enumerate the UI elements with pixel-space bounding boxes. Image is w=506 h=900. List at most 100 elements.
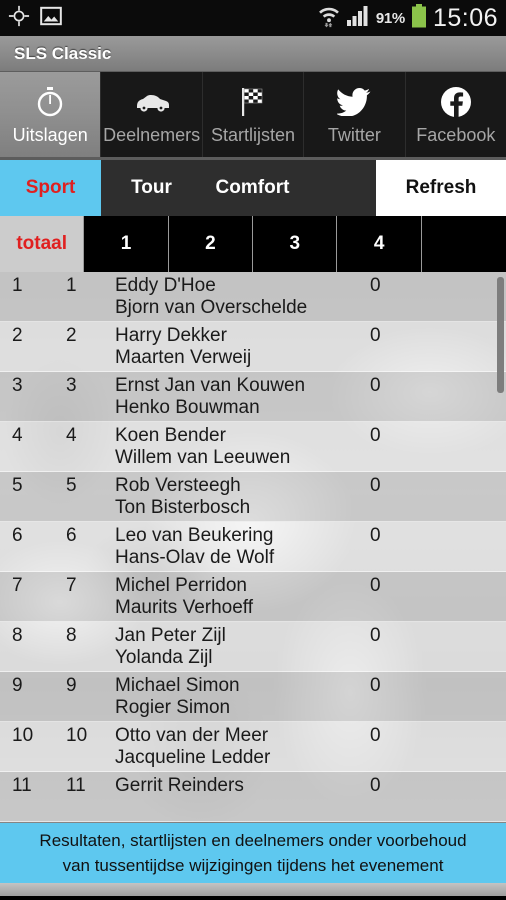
row-number: 3 [66, 375, 77, 396]
stage-3[interactable]: 3 [253, 216, 338, 272]
row-driver: Ernst Jan van Kouwen [115, 375, 306, 396]
row-driver: Harry Dekker [115, 325, 227, 346]
row-number: 11 [66, 775, 86, 796]
row-score: 0 [370, 325, 381, 346]
row-driver: Eddy D'Hoe [115, 275, 216, 296]
table-row[interactable]: 11 11 Gerrit Reinders 0 [0, 772, 506, 822]
wifi-icon [318, 4, 340, 33]
facebook-icon [440, 85, 472, 119]
gps-crosshair-icon [8, 5, 30, 32]
page-title: SLS Classic [14, 43, 112, 63]
car-icon [134, 85, 170, 119]
row-score: 0 [370, 675, 381, 696]
table-row[interactable]: 6 6 Leo van Beukering Hans-Olav de Wolf … [0, 522, 506, 572]
row-number: 2 [66, 325, 77, 346]
row-codriver: Rogier Simon [115, 697, 231, 718]
table-row[interactable]: 10 10 Otto van der Meer Jacqueline Ledde… [0, 722, 506, 772]
screenshot-image-icon [40, 6, 62, 31]
row-codriver: Ton Bisterbosch [115, 497, 251, 518]
table-row[interactable]: 1 1 Eddy D'Hoe Bjorn van Overschelde 0 [0, 272, 506, 322]
twitter-bird-icon [337, 85, 371, 119]
row-score: 0 [370, 475, 381, 496]
row-codriver: Maurits Verhoeff [115, 597, 254, 618]
row-codriver: Hans-Olav de Wolf [115, 547, 275, 568]
row-score: 0 [370, 275, 381, 296]
battery-percent-label: 91% [375, 9, 405, 27]
row-score: 0 [370, 775, 381, 796]
table-row[interactable]: 7 7 Michel Perridon Maurits Verhoeff 0 [0, 572, 506, 622]
stage-4[interactable]: 4 [337, 216, 422, 272]
app-title-bar: SLS Classic [0, 36, 506, 72]
row-driver: Rob Versteegh [115, 475, 241, 496]
table-row[interactable]: 2 2 Harry Dekker Maarten Verweij 0 [0, 322, 506, 372]
category-tour[interactable]: Tour [101, 160, 202, 216]
row-position: 7 [12, 575, 23, 596]
tab-uitslagen-label: Uitslagen [12, 125, 88, 145]
tab-facebook[interactable]: Facebook [405, 72, 506, 157]
row-score: 0 [370, 575, 381, 596]
stage-2[interactable]: 2 [168, 216, 254, 272]
tab-startlijsten[interactable]: Startlijsten [202, 72, 305, 157]
refresh-button[interactable]: Refresh [376, 160, 506, 216]
status-bar-right-icons: 91% 15:06 [318, 3, 498, 33]
stage-1[interactable]: 1 [84, 216, 169, 272]
row-position: 6 [12, 525, 23, 546]
row-driver: Koen Bender [115, 425, 226, 446]
results-rows-container: 1 1 Eddy D'Hoe Bjorn van Overschelde 0 2… [0, 272, 506, 822]
row-position: 11 [12, 775, 32, 796]
tab-deelnemers[interactable]: Deelnemers [101, 72, 203, 157]
row-driver: Otto van der Meer [115, 725, 269, 746]
vertical-scrollbar[interactable] [497, 277, 504, 393]
category-sport[interactable]: Sport [0, 160, 101, 216]
row-number: 9 [66, 675, 77, 696]
status-bar-left-icons [8, 5, 62, 32]
row-position: 3 [12, 375, 23, 396]
row-driver: Michael Simon [115, 675, 240, 696]
stage-totaal[interactable]: totaal [0, 216, 85, 272]
signal-bars-icon [346, 5, 370, 32]
row-score: 0 [370, 625, 381, 646]
row-number: 4 [66, 425, 77, 446]
disclaimer-line-2: van tussentijdse wijzigingen tijdens het… [62, 856, 444, 875]
disclaimer-banner: Resultaten, startlijsten en deelnemers o… [0, 823, 506, 883]
row-codriver: Willem van Leeuwen [115, 447, 291, 468]
category-bar-spacer [303, 160, 376, 216]
stage-next-partial[interactable] [421, 216, 506, 272]
row-position: 10 [12, 725, 34, 746]
table-row[interactable]: 4 4 Koen Bender Willem van Leeuwen 0 [0, 422, 506, 472]
main-tab-bar: Uitslagen Deelnemers Startlijsten Twitte… [0, 72, 506, 160]
row-score: 0 [370, 525, 381, 546]
table-row[interactable]: 3 3 Ernst Jan van Kouwen Henko Bouwman 0 [0, 372, 506, 422]
row-number: 8 [66, 625, 77, 646]
row-driver: Leo van Beukering [115, 525, 274, 546]
tab-twitter[interactable]: Twitter [304, 72, 406, 157]
category-filter-bar: Sport Tour Comfort Refresh [0, 160, 506, 216]
tab-facebook-label: Facebook [416, 125, 496, 145]
table-row[interactable]: 9 9 Michael Simon Rogier Simon 0 [0, 672, 506, 722]
results-list[interactable]: 1 1 Eddy D'Hoe Bjorn van Overschelde 0 2… [0, 272, 506, 823]
row-number: 7 [66, 575, 77, 596]
row-position: 5 [12, 475, 23, 496]
status-bar: 91% 15:06 [0, 0, 506, 36]
disclaimer-line-1: Resultaten, startlijsten en deelnemers o… [39, 831, 467, 850]
table-row[interactable]: 5 5 Rob Versteegh Ton Bisterbosch 0 [0, 472, 506, 522]
row-driver: Gerrit Reinders [115, 775, 244, 796]
stage-selector-bar: totaal 1 2 3 4 [0, 216, 506, 272]
row-position: 1 [12, 275, 23, 296]
row-number: 10 [66, 725, 88, 746]
category-comfort[interactable]: Comfort [202, 160, 303, 216]
row-score: 0 [370, 725, 381, 746]
stopwatch-icon [34, 85, 66, 119]
row-codriver: Bjorn van Overschelde [115, 297, 308, 318]
bottom-edge-bar [0, 883, 506, 896]
row-number: 5 [66, 475, 77, 496]
tab-twitter-label: Twitter [327, 125, 381, 145]
row-codriver: Jacqueline Ledder [115, 747, 271, 768]
tab-uitslagen[interactable]: Uitslagen [0, 72, 102, 157]
battery-icon [411, 3, 427, 33]
row-number: 6 [66, 525, 77, 546]
table-row[interactable]: 8 8 Jan Peter Zijl Yolanda Zijl 0 [0, 622, 506, 672]
tab-startlijsten-label: Startlijsten [210, 125, 296, 145]
row-codriver: Yolanda Zijl [115, 647, 213, 668]
row-driver: Jan Peter Zijl [115, 625, 226, 646]
